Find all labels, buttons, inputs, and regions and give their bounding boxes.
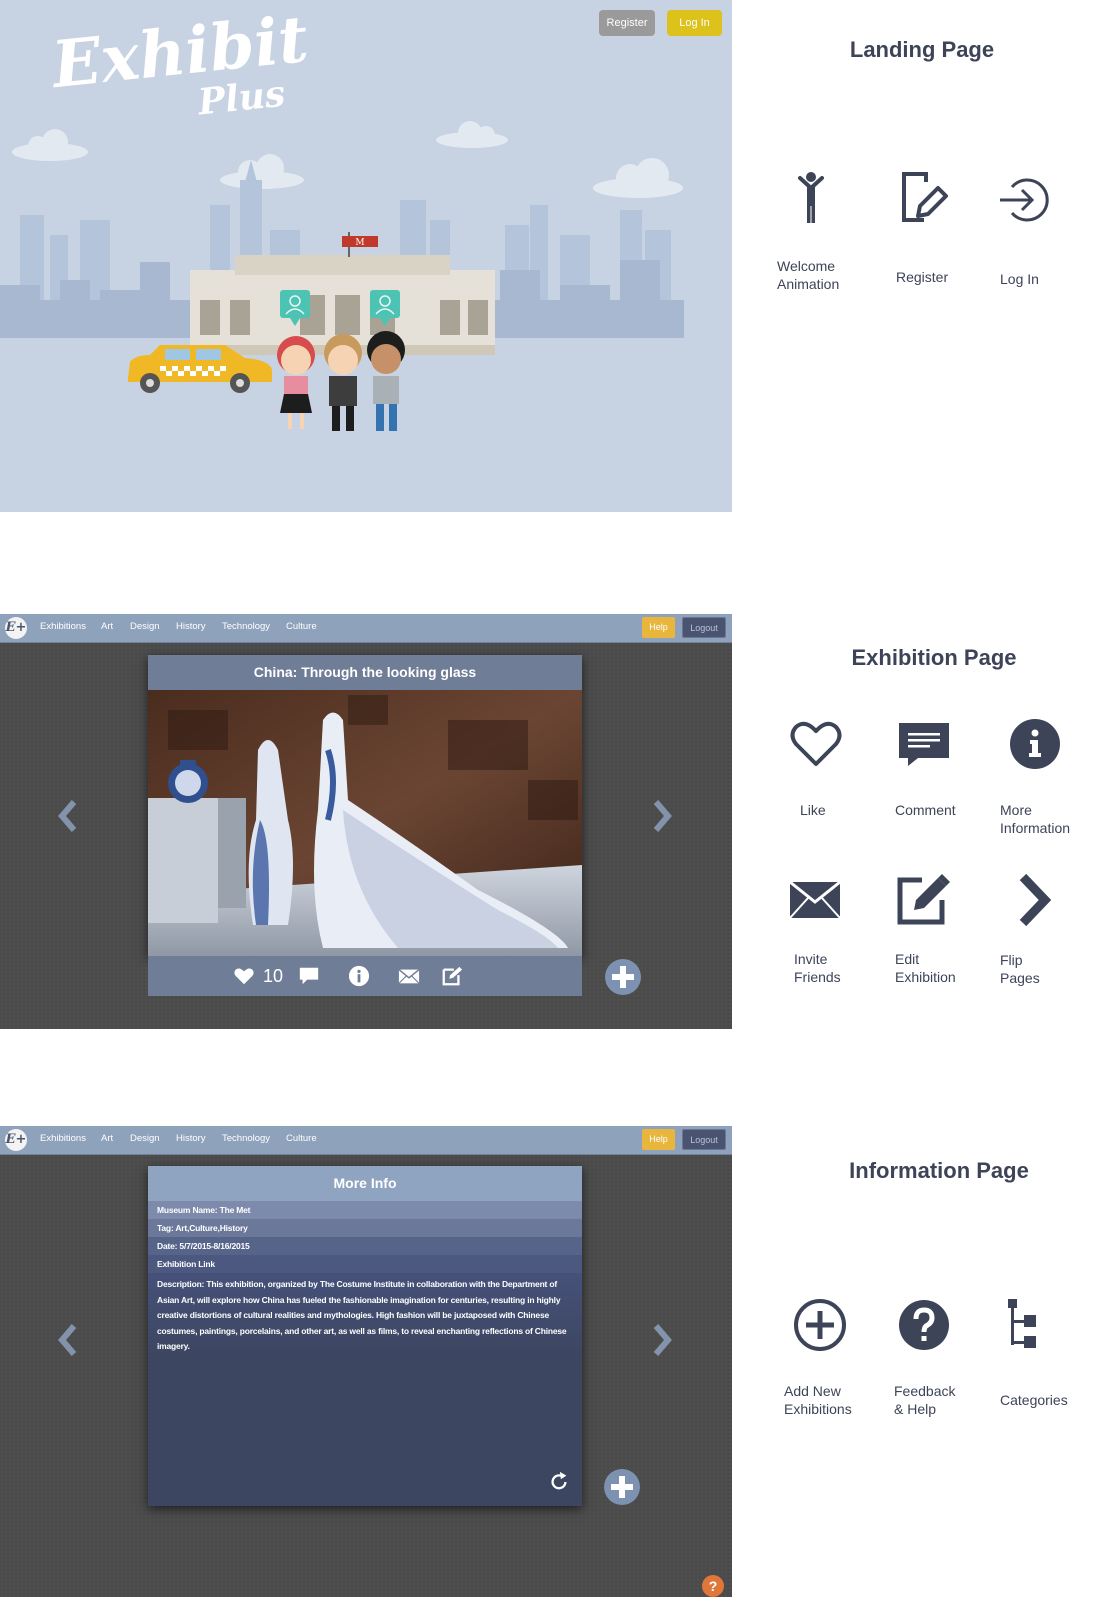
tag-row: Tag: Art,Culture,History bbox=[148, 1219, 582, 1237]
categories-icon bbox=[1008, 1299, 1036, 1348]
edit-icon[interactable] bbox=[441, 965, 463, 987]
legend-invite-friends: Invite Friends bbox=[794, 951, 841, 985]
heart-icon bbox=[790, 721, 842, 766]
nav-culture[interactable]: Culture bbox=[286, 1133, 317, 1144]
legend-flip-pages: Flip Pages bbox=[1000, 952, 1040, 986]
landing-screen: M Exhibit Plus Register Log In bbox=[0, 0, 732, 512]
info-legend-icon bbox=[1010, 719, 1060, 769]
nav-history[interactable]: History bbox=[176, 621, 206, 632]
chevron-right-icon bbox=[1019, 873, 1052, 927]
more-info-title: More Info bbox=[148, 1166, 582, 1201]
add-exhibition-icon[interactable] bbox=[605, 959, 641, 995]
info-icon[interactable] bbox=[348, 965, 370, 987]
nav-culture[interactable]: Culture bbox=[286, 621, 317, 632]
nav-design[interactable]: Design bbox=[130, 621, 160, 632]
description-text: Description: This exhibition, organized … bbox=[148, 1273, 582, 1486]
date-row: Date: 5/7/2015-8/16/2015 bbox=[148, 1237, 582, 1255]
logout-button[interactable]: Logout bbox=[682, 617, 726, 638]
nav-technology[interactable]: Technology bbox=[222, 621, 270, 632]
legend-categories: Categories bbox=[1000, 1392, 1068, 1408]
legend-comment: Comment bbox=[895, 802, 956, 818]
previous-arrow-icon[interactable] bbox=[54, 1320, 84, 1360]
landing-section-title: Landing Page bbox=[849, 37, 995, 62]
plus-circle-icon bbox=[794, 1299, 846, 1351]
navbar: E+ Exhibitions Art Design History Techno… bbox=[0, 614, 732, 643]
legend-feedback-help: Feedback & Help bbox=[894, 1383, 956, 1417]
like-heart-icon[interactable] bbox=[233, 965, 255, 987]
information-screen: E+ Exhibitions Art Design History Techno… bbox=[0, 1126, 732, 1597]
nav-technology[interactable]: Technology bbox=[222, 1133, 270, 1144]
register-button[interactable]: Register bbox=[599, 10, 655, 36]
exhibition-title: China: Through the looking glass bbox=[148, 655, 582, 690]
nav-exhibitions[interactable]: Exhibitions bbox=[40, 621, 86, 632]
exhibition-screen: E+ Exhibitions Art Design History Techno… bbox=[0, 614, 732, 1029]
app-logo[interactable]: E+ bbox=[5, 1129, 27, 1151]
plus-logo: Plus bbox=[196, 72, 288, 124]
more-info-card: More Info Museum Name: The Met Tag: Art,… bbox=[148, 1166, 582, 1506]
legend-like: Like bbox=[800, 802, 826, 818]
person-icon bbox=[798, 172, 824, 223]
refresh-icon[interactable] bbox=[548, 1471, 570, 1493]
museum-name: Museum Name: The Met bbox=[148, 1201, 582, 1219]
help-button[interactable]: Help bbox=[642, 617, 675, 638]
logout-button[interactable]: Logout bbox=[682, 1129, 726, 1150]
flag-letter: M bbox=[355, 238, 364, 248]
exhibition-photo bbox=[148, 690, 582, 957]
login-icon bbox=[1000, 178, 1049, 222]
comment-icon[interactable] bbox=[298, 965, 320, 987]
legend-more-information: More Information bbox=[1000, 802, 1071, 836]
characters bbox=[277, 331, 405, 431]
help-button[interactable]: Help bbox=[642, 1129, 675, 1150]
nav-history[interactable]: History bbox=[176, 1133, 206, 1144]
navbar: E+ Exhibitions Art Design History Techno… bbox=[0, 1126, 732, 1155]
envelope-legend-icon bbox=[789, 880, 841, 919]
exhibition-section-title: Exhibition Page bbox=[851, 645, 1017, 670]
legend-welcome-animation: Welcome Animation bbox=[777, 258, 840, 292]
nav-exhibitions[interactable]: Exhibitions bbox=[40, 1133, 86, 1144]
app-logo[interactable]: E+ bbox=[5, 617, 27, 639]
envelope-icon[interactable] bbox=[398, 965, 420, 987]
next-arrow-icon[interactable] bbox=[646, 1320, 676, 1360]
legend-edit-exhibition: Edit Exhibition bbox=[895, 951, 956, 985]
clouds bbox=[12, 121, 683, 198]
exhibition-card: China: Through the looking glass bbox=[148, 655, 582, 957]
add-exhibition-icon[interactable] bbox=[604, 1469, 640, 1505]
exhibition-action-bar: 10 bbox=[148, 956, 582, 996]
legend-login: Log In bbox=[1000, 271, 1039, 287]
exhibition-link[interactable]: Exhibition Link bbox=[148, 1255, 582, 1273]
login-button[interactable]: Log In bbox=[667, 10, 722, 36]
legend-add-new-exhibitions: Add New Exhibitions bbox=[784, 1383, 852, 1417]
information-section-title: Information Page bbox=[849, 1158, 1029, 1183]
edit-legend-icon bbox=[897, 874, 950, 925]
like-count: 10 bbox=[263, 966, 284, 986]
next-arrow-icon[interactable] bbox=[646, 796, 676, 836]
register-icon bbox=[902, 172, 948, 222]
question-icon bbox=[899, 1300, 949, 1350]
nav-art[interactable]: Art bbox=[101, 1133, 113, 1144]
floating-help-button[interactable]: ? bbox=[702, 1575, 724, 1597]
comment-legend-icon bbox=[899, 723, 949, 766]
previous-arrow-icon[interactable] bbox=[54, 796, 84, 836]
nav-art[interactable]: Art bbox=[101, 621, 113, 632]
legend-register: Register bbox=[896, 269, 949, 285]
nav-design[interactable]: Design bbox=[130, 1133, 160, 1144]
